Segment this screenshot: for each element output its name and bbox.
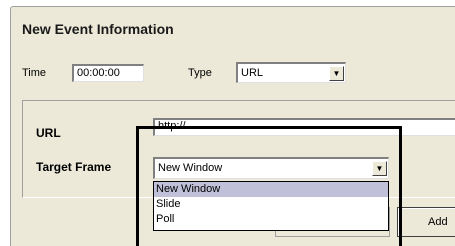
target-frame-dropdown-list: New Window Slide Poll: [153, 181, 389, 231]
type-select[interactable]: URL ▼: [236, 62, 346, 83]
add-button[interactable]: Add: [397, 207, 455, 237]
section-title: New Event Information: [22, 21, 174, 37]
type-selected-value: URL: [241, 67, 264, 79]
time-input[interactable]: 00:00:00: [72, 64, 144, 82]
target-frame-label: Target Frame: [36, 160, 112, 174]
chevron-down-icon[interactable]: ▼: [329, 66, 344, 81]
type-label: Type: [188, 67, 212, 79]
target-frame-selected-value: New Window: [158, 162, 223, 174]
dropdown-option-new-window[interactable]: New Window: [154, 182, 388, 197]
target-frame-select[interactable]: New Window ▼: [153, 157, 389, 179]
dropdown-option-slide[interactable]: Slide: [154, 197, 388, 212]
dropdown-option-poll[interactable]: Poll: [154, 212, 388, 227]
chevron-down-icon[interactable]: ▼: [372, 161, 387, 176]
time-label: Time: [22, 67, 47, 79]
url-label: URL: [36, 126, 61, 140]
url-input[interactable]: http://: [153, 118, 455, 136]
